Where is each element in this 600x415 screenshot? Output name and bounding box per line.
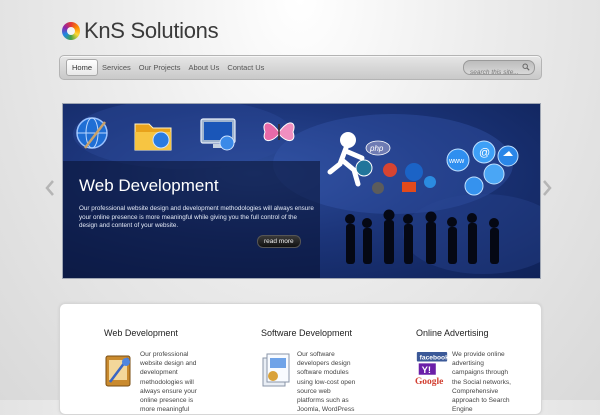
facebook-logo-text: facebook [420,355,449,362]
slider-next-arrow-icon[interactable] [541,179,553,197]
yahoo-logo-text: Y! [422,365,431,376]
logo-ring-icon [62,22,80,40]
slider-prev-arrow-icon[interactable] [44,179,56,197]
feature-software-development: Software Development Our software develo… [261,328,371,413]
search-icon[interactable] [522,63,530,71]
social-logos-icon: facebook Y! Google [415,352,449,387]
feature-title[interactable]: Web Development [104,328,214,338]
folder-icon [134,123,172,151]
feature-online-advertising: Online Advertising facebook Y! Google We… [415,328,526,413]
nav-item-about-us[interactable]: About Us [184,59,223,76]
main-nav: Home Services Our Projects About Us Cont… [66,59,268,76]
feature-text: Our software developers design software … [297,351,356,414]
feature-title[interactable]: Software Development [261,328,371,338]
www-icon-text: www [448,158,465,165]
slide-description: Our professional website design and deve… [79,205,314,229]
tech-illustration: php www @ [327,132,519,264]
features-panel: Web Development Our professional website… [59,303,542,415]
feature-text: We provide online advertising campaigns … [452,351,512,414]
search-input[interactable] [464,66,522,79]
butterfly-icon [263,122,295,141]
site-logo[interactable]: KnS Solutions [62,18,219,43]
feature-web-development: Web Development Our professional website… [104,328,214,413]
search-box [463,60,535,79]
software-box-icon [262,353,290,387]
site-name: KnS Solutions [84,18,219,43]
read-more-button[interactable]: read more [257,235,301,248]
php-logo-text: php [369,144,384,153]
nav-item-home[interactable]: Home [66,59,99,76]
hero-slider: php www @ Web Development Our profession… [62,103,541,279]
feature-text: Our professional website design and deve… [140,351,197,414]
google-logo-text: Google [415,377,443,387]
nav-item-services[interactable]: Services [98,59,135,76]
nav-item-our-projects[interactable]: Our Projects [135,59,185,76]
slide-title: Web Development [79,176,219,195]
monitor-icon [200,118,236,151]
globe-icon [76,117,108,149]
main-nav-bar: Home Services Our Projects About Us Cont… [59,55,542,80]
svg-text:@: @ [479,147,490,159]
feature-title[interactable]: Online Advertising [416,328,526,338]
design-tools-icon [105,355,131,387]
nav-item-contact-us[interactable]: Contact Us [223,59,268,76]
